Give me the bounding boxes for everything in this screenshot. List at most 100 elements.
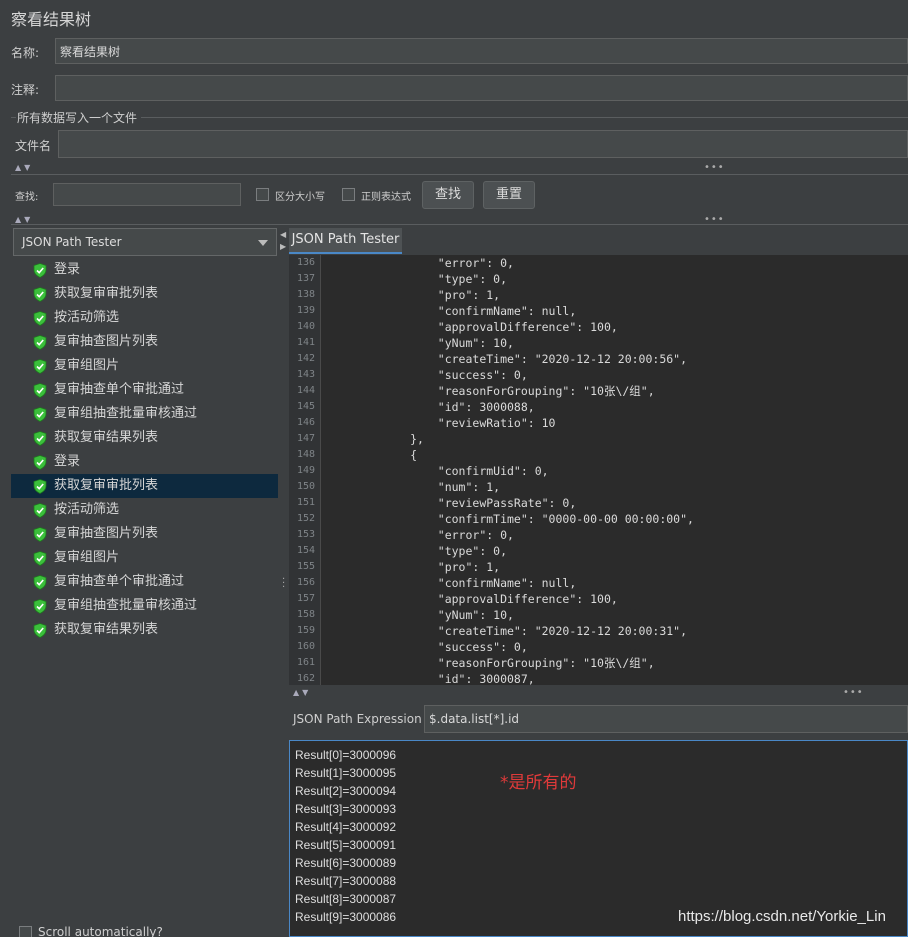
- line-number: 145: [296, 401, 315, 412]
- tree-item[interactable]: 复审抽查图片列表: [11, 330, 278, 354]
- divider: [11, 174, 908, 175]
- tree-item-label: 复审抽查单个审批通过: [54, 382, 185, 397]
- code-text: "id": 3000087,: [327, 672, 535, 685]
- code-text: "error": 0,: [327, 528, 514, 542]
- splitter-grip-icon: · · ·: [282, 574, 286, 593]
- tree-item[interactable]: 登录: [11, 258, 278, 282]
- code-line: 144 "reasonForGrouping": "10张\/组",: [289, 383, 908, 399]
- splitter-handle-icon[interactable]: •••: [704, 162, 725, 173]
- tree-item[interactable]: 获取复审审批列表: [11, 282, 278, 306]
- comment-field[interactable]: [55, 75, 908, 101]
- tree-item-label: 复审组抽查批量审核通过: [54, 406, 198, 421]
- tree-item[interactable]: 复审抽查图片列表: [11, 522, 278, 546]
- collapse-arrows-icon[interactable]: ▲▼: [15, 163, 33, 172]
- search-label: 查找:: [15, 192, 39, 203]
- line-number: 148: [296, 449, 315, 460]
- code-text: },: [327, 432, 424, 446]
- code-line: 147 },: [289, 431, 908, 447]
- success-shield-icon: [33, 623, 47, 638]
- regex-label: 正则表达式: [361, 192, 411, 203]
- reset-button[interactable]: 重置: [483, 181, 535, 209]
- code-line: 140 "approvalDifference": 100,: [289, 319, 908, 335]
- tree-item[interactable]: 登录: [11, 450, 278, 474]
- result-line: Result[0]=3000096: [295, 748, 397, 762]
- scroll-auto-label: Scroll automatically?: [38, 925, 163, 937]
- file-group-border: [141, 117, 908, 118]
- case-sensitive-checkbox[interactable]: [256, 188, 269, 201]
- code-line: 142 "createTime": "2020-12-12 20:00:56",: [289, 351, 908, 367]
- code-text: "error": 0,: [327, 256, 514, 270]
- regex-checkbox[interactable]: [342, 188, 355, 201]
- line-number: 136: [296, 257, 315, 268]
- result-line: Result[3]=3000093: [295, 802, 397, 816]
- success-shield-icon: [33, 311, 47, 326]
- code-line: 148 {: [289, 447, 908, 463]
- tree-item[interactable]: 按活动筛选: [11, 498, 278, 522]
- result-line: Result[8]=3000087: [295, 892, 397, 906]
- collapse-arrows-icon-3[interactable]: ▲▼: [293, 688, 311, 697]
- response-viewer[interactable]: 136 "error": 0, 137 "type": 0, 138 "pro": …: [289, 255, 908, 685]
- line-number: 154: [296, 545, 315, 556]
- line-number: 150: [296, 481, 315, 492]
- tree-item[interactable]: 复审抽查单个审批通过: [11, 378, 278, 402]
- code-text: "success": 0,: [327, 640, 528, 654]
- code-text: "createTime": "2020-12-12 20:00:31",: [327, 624, 688, 638]
- code-text: "pro": 1,: [327, 560, 501, 574]
- tree-item[interactable]: 获取复审结果列表: [11, 618, 278, 642]
- line-number: 140: [296, 321, 315, 332]
- code-text: "confirmUid": 0,: [327, 464, 549, 478]
- comment-label: 注释:: [11, 83, 40, 97]
- tree-item-label: 复审抽查图片列表: [54, 526, 159, 541]
- vertical-splitter[interactable]: ◀ ▶ · · ·: [279, 226, 288, 937]
- line-number: 144: [296, 385, 315, 396]
- success-shield-icon: [33, 599, 47, 614]
- tree-item[interactable]: 按活动筛选: [11, 306, 278, 330]
- name-label: 名称:: [11, 46, 40, 60]
- search-input[interactable]: [53, 183, 241, 206]
- code-text: "reasonForGrouping": "10张\/组",: [327, 656, 655, 670]
- collapse-arrows-icon-2[interactable]: ▲▼: [15, 215, 33, 224]
- line-number: 142: [296, 353, 315, 364]
- line-number: 160: [296, 641, 315, 652]
- code-line: 161 "reasonForGrouping": "10张\/组",: [289, 655, 908, 671]
- tree-item[interactable]: 获取复审审批列表: [11, 474, 278, 498]
- filename-field[interactable]: [58, 130, 908, 158]
- line-number: 147: [296, 433, 315, 444]
- code-line: 139 "confirmName": null,: [289, 303, 908, 319]
- tree-item[interactable]: 获取复审结果列表: [11, 426, 278, 450]
- line-number: 149: [296, 465, 315, 476]
- code-text: "yNum": 10,: [327, 608, 514, 622]
- jsonpath-input[interactable]: $.data.list[*].id: [424, 705, 908, 733]
- collapse-left-icon[interactable]: ◀: [280, 230, 286, 239]
- code-line: 162 "id": 3000087,: [289, 671, 908, 685]
- code-line: 150 "num": 1,: [289, 479, 908, 495]
- tree-item[interactable]: 复审组抽查批量审核通过: [11, 594, 278, 618]
- collapse-right-icon[interactable]: ▶: [280, 242, 286, 251]
- name-field[interactable]: 察看结果树: [55, 38, 908, 64]
- splitter-handle-icon-3[interactable]: •••: [843, 687, 864, 698]
- code-line: 146 "reviewRatio": 10: [289, 415, 908, 431]
- tree-item[interactable]: 复审组图片: [11, 546, 278, 570]
- tree-item-label: 复审抽查单个审批通过: [54, 574, 185, 589]
- tree-item[interactable]: 复审抽查单个审批通过: [11, 570, 278, 594]
- find-button[interactable]: 查找: [422, 181, 474, 209]
- renderer-select-value: JSON Path Tester: [22, 235, 122, 249]
- code-line: 156 "confirmName": null,: [289, 575, 908, 591]
- tree-item-label: 复审抽查图片列表: [54, 334, 159, 349]
- result-line: Result[6]=3000089: [295, 856, 397, 870]
- tree-item[interactable]: 复审组图片: [11, 354, 278, 378]
- code-text: "approvalDifference": 100,: [327, 592, 618, 606]
- scroll-auto-checkbox[interactable]: [19, 926, 32, 937]
- success-shield-icon: [33, 335, 47, 350]
- line-number: 157: [296, 593, 315, 604]
- code-line: 145 "id": 3000088,: [289, 399, 908, 415]
- tab-json-path-tester[interactable]: JSON Path Tester: [289, 228, 402, 254]
- code-line: 159 "createTime": "2020-12-12 20:00:31",: [289, 623, 908, 639]
- tree-item-label: 获取复审结果列表: [54, 430, 159, 445]
- line-number: 152: [296, 513, 315, 524]
- line-number: 158: [296, 609, 315, 620]
- renderer-select[interactable]: JSON Path Tester: [13, 228, 277, 256]
- success-shield-icon: [33, 359, 47, 374]
- tree-item[interactable]: 复审组抽查批量审核通过: [11, 402, 278, 426]
- file-group-border-left: [11, 117, 16, 118]
